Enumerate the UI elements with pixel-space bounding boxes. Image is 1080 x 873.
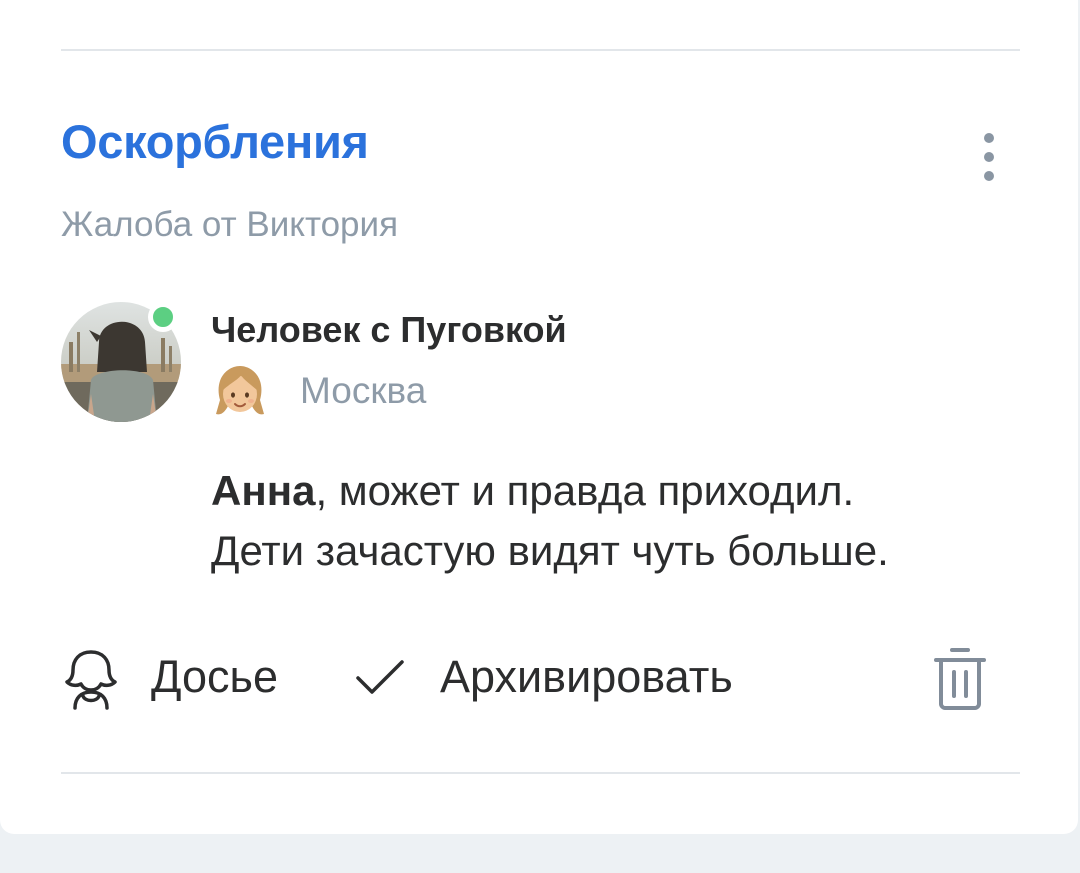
archive-button[interactable]: Архивировать [352,646,772,710]
more-vertical-icon-dot [984,171,994,181]
more-vertical-icon [984,133,994,143]
report-card: Оскорбления Жалоба от Виктория Человек с… [0,0,1078,834]
delete-button[interactable] [930,644,990,712]
comment-text: Анна, может и правда приходил. Дети зача… [211,461,1031,581]
archive-label: Архивировать [440,651,733,702]
comment-line-1-text: , может и правда приходил. [315,467,855,514]
complaint-prefix: Жалоба от [61,205,247,244]
comment-author-city: Москва [300,370,427,411]
comment-line-1: Анна, может и правда приходил. [211,461,1031,521]
user-outline-icon [65,650,117,710]
trash-icon [934,648,986,710]
top-divider [61,49,1020,51]
dossier-button[interactable]: Досье [61,646,311,710]
complaint-author-link[interactable]: Виктория [246,205,398,244]
more-vertical-icon-dot [984,152,994,162]
complaint-source: Жалоба от Виктория [61,207,398,242]
online-status-indicator [148,302,178,332]
more-options-button[interactable] [968,128,1012,186]
report-category-title: Оскорбления [61,115,369,168]
comment-author-name[interactable]: Человек с Пуговкой [211,312,567,348]
dossier-label: Досье [151,651,278,702]
girl-emoji-icon [208,360,272,424]
check-icon [356,660,404,694]
bottom-divider [61,772,1020,774]
comment-line-2: Дети зачастую видят чуть больше. [211,527,889,574]
mention-link[interactable]: Анна [211,467,315,514]
